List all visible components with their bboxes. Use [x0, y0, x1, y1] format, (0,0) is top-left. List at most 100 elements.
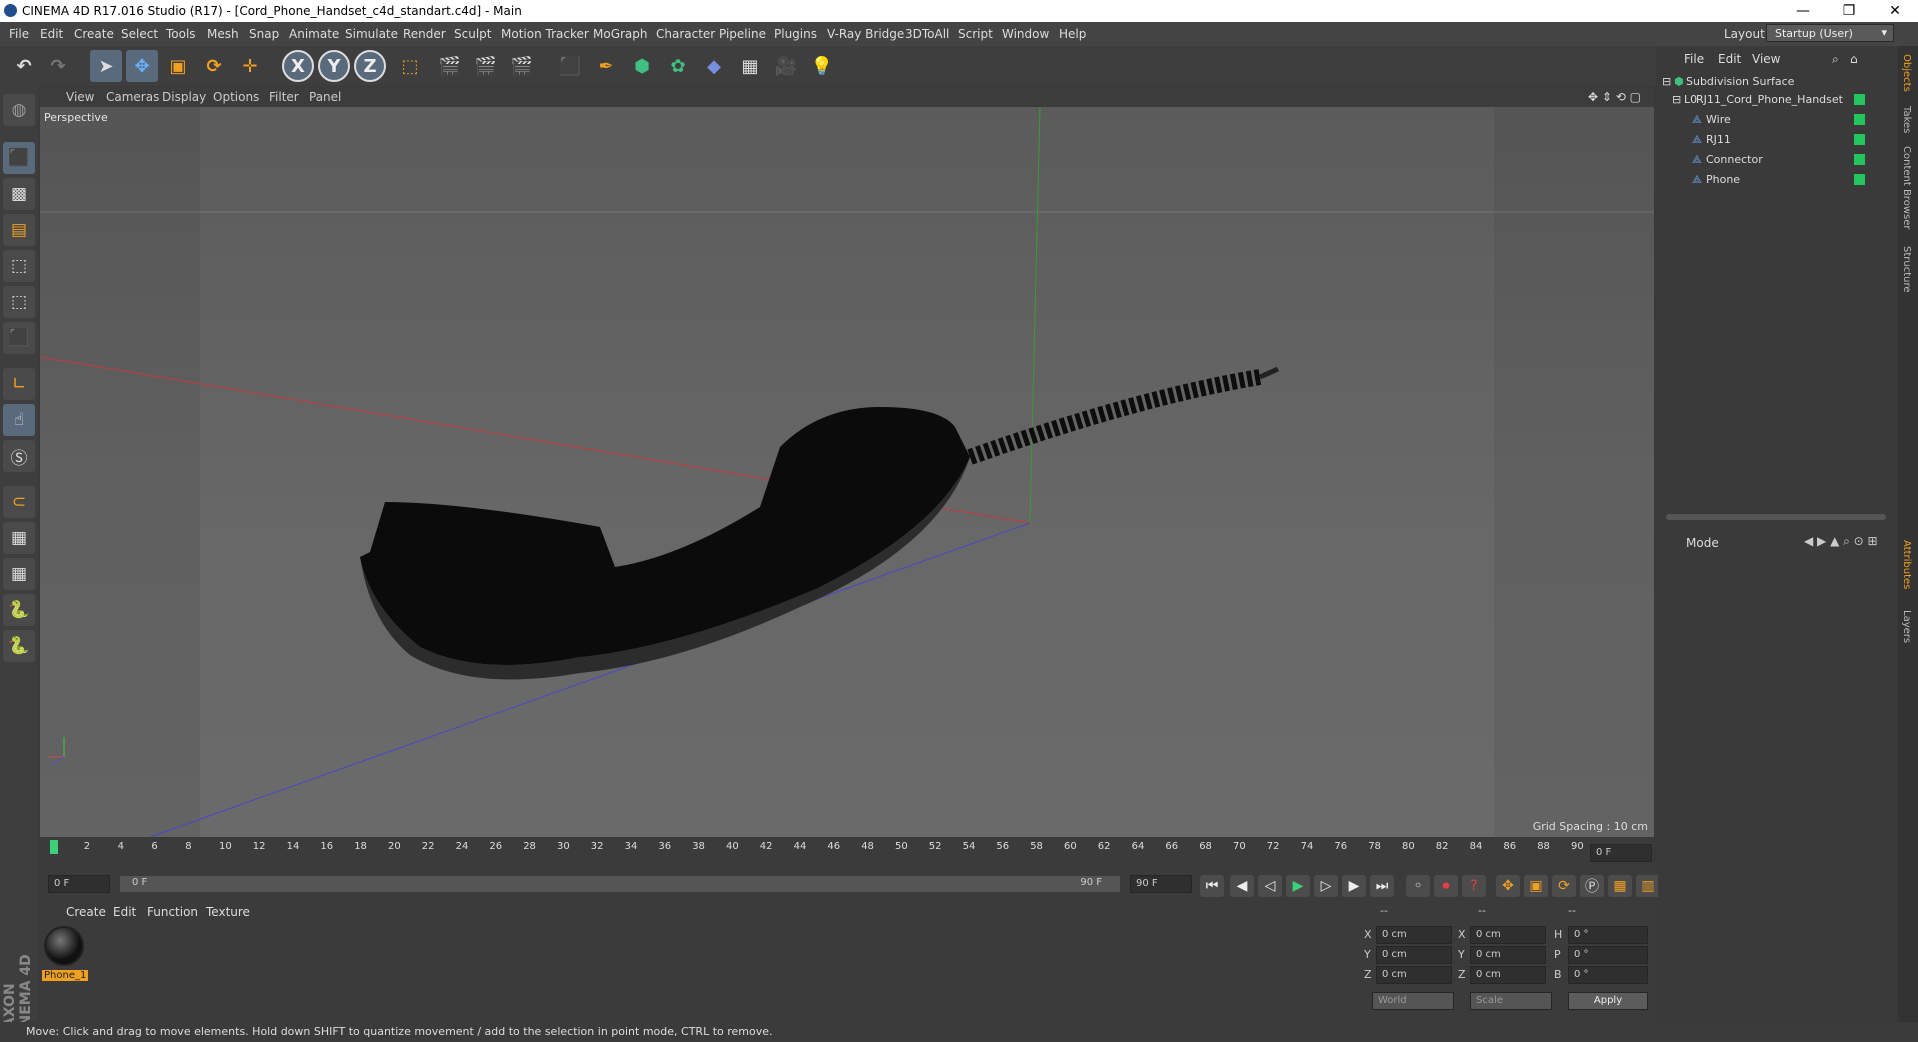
python-script-icon[interactable]: 🐍 — [3, 594, 35, 626]
menu-mograph[interactable]: MoGraph — [593, 27, 648, 41]
move-tool-icon[interactable]: ✥ — [126, 50, 158, 82]
object-menu-file[interactable]: File — [1684, 52, 1704, 66]
points-mode-icon[interactable]: ⬚ — [3, 250, 35, 282]
menu-render[interactable]: Render — [403, 27, 446, 41]
viewport-menu-cameras[interactable]: Cameras — [106, 90, 159, 104]
menu-script[interactable]: Script — [958, 27, 993, 41]
key-pla-icon[interactable]: ▦ — [1608, 875, 1632, 897]
viewport-menu-options[interactable]: Options — [213, 90, 259, 104]
pos-z-field[interactable]: 0 cm — [1376, 966, 1452, 984]
x-axis-button[interactable]: X — [282, 50, 314, 82]
redo-icon[interactable]: ↷ — [42, 50, 74, 82]
key-parameter-icon[interactable]: Ⓟ — [1580, 875, 1604, 897]
workplane-mode-icon[interactable]: ▤ — [3, 214, 35, 246]
playhead-marker[interactable] — [50, 840, 58, 854]
key-rotation-icon[interactable]: ⟳ — [1552, 875, 1576, 897]
next-key-icon[interactable]: ▶ — [1342, 875, 1366, 897]
pos-x-field[interactable]: 0 cm — [1376, 926, 1452, 944]
camera-icon[interactable]: 🎥 — [770, 50, 802, 82]
collapse-icon[interactable]: ⊟ — [1672, 93, 1681, 106]
tab-attributes[interactable]: Attributes — [1901, 540, 1912, 589]
render-view-icon[interactable]: 🎬 — [434, 50, 466, 82]
tab-layers[interactable]: Layers — [1901, 610, 1912, 643]
keyframe-selection-icon[interactable]: ? — [1462, 875, 1486, 897]
menu-3dtoall[interactable]: 3DToAll — [905, 27, 949, 41]
go-to-end-icon[interactable]: ⏭ — [1370, 875, 1394, 897]
home-icon[interactable]: ⌂ — [1850, 52, 1858, 66]
coordinate-space-dropdown[interactable]: World — [1372, 992, 1454, 1010]
material-preview-ball[interactable] — [44, 926, 84, 966]
tweak-mode-icon[interactable]: ☝ — [3, 404, 35, 436]
menu-vray-bridge[interactable]: V-Ray Bridge — [827, 27, 904, 41]
viewport-navigate-icons[interactable]: ✥ ⇕ ⟲ ▢ — [1588, 90, 1641, 104]
y-axis-button[interactable]: Y — [318, 50, 350, 82]
material-name-label[interactable]: Phone_1 — [42, 970, 89, 981]
pos-y-field[interactable]: 0 cm — [1376, 946, 1452, 964]
perspective-viewport[interactable]: Perspective Grid Spacing : 10 cm — [40, 107, 1654, 837]
menu-sculpt[interactable]: Sculpt — [454, 27, 491, 41]
object-horizontal-scrollbar[interactable] — [1666, 514, 1886, 520]
menu-pipeline[interactable]: Pipeline — [719, 27, 766, 41]
go-to-start-icon[interactable]: ⏮ — [1200, 875, 1224, 897]
tree-row-subdivision-surface[interactable]: ⊟ ⬢ Subdivision Surface — [1658, 72, 1896, 92]
visibility-dot-icon[interactable] — [1854, 94, 1865, 105]
previous-key-icon[interactable]: ◀ — [1230, 875, 1254, 897]
object-manager-search-icon[interactable]: ⌕ — [1832, 52, 1839, 67]
layout-dropdown[interactable]: Startup (User) ▾ — [1766, 24, 1894, 42]
material-menu-texture[interactable]: Texture — [206, 905, 250, 919]
menu-window[interactable]: Window — [1002, 27, 1049, 41]
material-menu-edit[interactable]: Edit — [113, 905, 136, 919]
viewport-menu-display[interactable]: Display — [162, 90, 206, 104]
tree-row-connector[interactable]: ⟁ Connector — [1658, 150, 1896, 170]
select-tool-icon[interactable]: ➤ — [90, 50, 122, 82]
edges-mode-icon[interactable]: ⬚ — [3, 286, 35, 318]
record-keys-icon[interactable]: ⚬ — [1406, 875, 1430, 897]
previous-frame-icon[interactable]: ◁ — [1258, 875, 1282, 897]
make-editable-icon[interactable]: ◍ — [3, 94, 35, 126]
python-script-2-icon[interactable]: 🐍 — [3, 630, 35, 662]
viewport-menu-panel[interactable]: Panel — [309, 90, 341, 104]
visibility-dot-icon[interactable] — [1854, 174, 1865, 185]
subdivision-surface-icon[interactable]: ⬢ — [626, 50, 658, 82]
visibility-dot-icon[interactable] — [1854, 154, 1865, 165]
viewport-menu-view[interactable]: View — [66, 90, 94, 104]
next-frame-icon[interactable]: ▷ — [1314, 875, 1338, 897]
timeline-ruler[interactable]: 0246810121416182022242628303234363840424… — [40, 838, 1654, 870]
tab-objects[interactable]: Objects — [1901, 54, 1912, 92]
end-frame-field[interactable]: 90 F — [1130, 875, 1192, 893]
size-mode-dropdown[interactable]: Scale — [1470, 992, 1552, 1010]
attributes-mode-menu[interactable]: Mode — [1686, 536, 1719, 550]
size-x-field[interactable]: 0 cm — [1470, 926, 1546, 944]
menu-mesh[interactable]: Mesh — [207, 27, 239, 41]
size-z-field[interactable]: 0 cm — [1470, 966, 1546, 984]
material-menu-create[interactable]: Create — [66, 905, 106, 919]
magnet-icon[interactable]: ⊂ — [3, 486, 35, 518]
menu-plugins[interactable]: Plugins — [774, 27, 817, 41]
menu-character[interactable]: Character — [656, 27, 715, 41]
menu-create[interactable]: Create — [74, 27, 114, 41]
menu-file[interactable]: File — [9, 27, 29, 41]
menu-select[interactable]: Select — [121, 27, 158, 41]
model-mode-icon[interactable]: ⬛ — [3, 142, 35, 174]
rot-p-field[interactable]: 0 ° — [1568, 946, 1648, 964]
menu-tools[interactable]: Tools — [166, 27, 196, 41]
texture-mode-icon[interactable]: ▩ — [3, 178, 35, 210]
key-scale-icon[interactable]: ▣ — [1524, 875, 1548, 897]
viewport-menu-filter[interactable]: Filter — [269, 90, 299, 104]
lock-workplane-icon[interactable]: ▦ — [3, 522, 35, 554]
cloner-icon[interactable]: ✿ — [662, 50, 694, 82]
tree-row-phone[interactable]: ⟁ Phone — [1658, 170, 1896, 190]
autokey-icon[interactable]: ⏺ — [1434, 875, 1458, 897]
tree-row-rj11[interactable]: ⟁ RJ11 — [1658, 130, 1896, 150]
minimize-button[interactable]: — — [1780, 0, 1826, 22]
menu-snap[interactable]: Snap — [249, 27, 279, 41]
scale-tool-icon[interactable]: ▣ — [162, 50, 194, 82]
rot-b-field[interactable]: 0 ° — [1568, 966, 1648, 984]
floor-scene-icon[interactable]: ▦ — [734, 50, 766, 82]
timeline-window-icon[interactable]: ▥ — [1636, 875, 1660, 897]
tree-row-group[interactable]: ⊟ L0 RJ11_Cord_Phone_Handset — [1658, 90, 1896, 110]
pen-spline-icon[interactable]: ✒ — [590, 50, 622, 82]
tab-structure[interactable]: Structure — [1901, 246, 1912, 293]
restore-button[interactable]: ❐ — [1826, 0, 1872, 22]
tab-takes[interactable]: Takes — [1901, 106, 1912, 133]
